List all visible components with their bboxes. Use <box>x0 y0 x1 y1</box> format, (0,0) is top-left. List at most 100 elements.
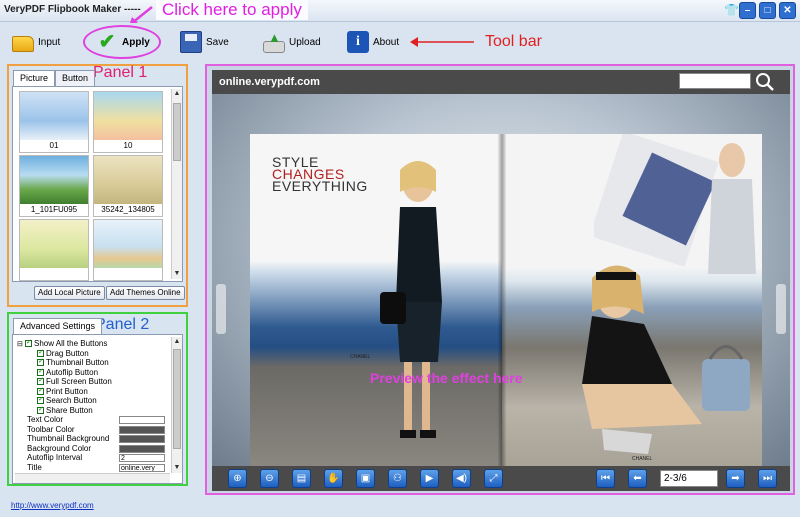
tree-row-button[interactable]: Share Button <box>17 405 167 416</box>
add-themes-online-button[interactable]: Add Themes Online <box>106 286 185 300</box>
previous-page-icon[interactable]: ⬅ <box>628 469 647 488</box>
tab-button[interactable]: Button <box>55 70 96 86</box>
property-label: Text Color <box>27 415 64 424</box>
theme-thumbnail[interactable]: 01 <box>19 91 89 153</box>
panel-1-tabs: Picture Button <box>13 70 96 86</box>
scroll-up-icon[interactable]: ▲ <box>172 89 182 99</box>
toolbar-color-field[interactable] <box>119 425 165 434</box>
tab-picture[interactable]: Picture <box>13 70 56 86</box>
drag-hand-icon[interactable]: ✋ <box>324 469 343 488</box>
sound-icon[interactable]: ◀) <box>452 469 471 488</box>
tree-label: Search Button <box>46 396 97 405</box>
input-button[interactable]: Input <box>12 29 60 55</box>
share-icon[interactable]: ⚇ <box>388 469 407 488</box>
panel-1: Panel 1 Picture Button 01 10 1_101FU095 … <box>7 64 188 307</box>
property-row: Background Color <box>17 444 167 454</box>
scroll-thumb[interactable] <box>173 103 181 161</box>
scroll-up-icon[interactable]: ▲ <box>172 337 182 347</box>
next-page-arrow[interactable] <box>776 284 786 334</box>
print-icon[interactable]: ▤ <box>292 469 311 488</box>
property-row: Toolbar Color <box>17 425 167 435</box>
window-title: VeryPDF Flipbook Maker ----- <box>4 4 141 15</box>
theme-thumbnail[interactable]: 35242_134805 <box>93 155 163 217</box>
last-page-icon[interactable]: ⏭ <box>758 469 777 488</box>
flipbook-viewer: online.verypdf.com STYLE CHANGES EVERYTH… <box>212 70 790 491</box>
skin-icon[interactable]: 👕 <box>724 3 739 17</box>
apply-highlight-ring <box>83 25 161 59</box>
about-button[interactable]: i About <box>347 29 399 55</box>
viewer-search-input[interactable] <box>679 73 751 89</box>
checkbox-icon[interactable] <box>37 395 44 405</box>
checkbox-icon[interactable] <box>37 386 44 395</box>
title-field[interactable]: online.very <box>119 463 165 472</box>
preview-hint-label: Preview the effect here <box>370 370 523 386</box>
close-button[interactable]: ✕ <box>779 2 796 19</box>
search-icon[interactable] <box>755 72 775 92</box>
maximize-button[interactable]: □ <box>759 2 776 19</box>
panel-1-label: Panel 1 <box>93 64 148 81</box>
settings-hscrollbar[interactable] <box>15 473 170 483</box>
checkbox-icon[interactable] <box>37 405 44 414</box>
next-page-icon[interactable]: ➡ <box>726 469 745 488</box>
save-button[interactable]: Save <box>180 29 229 55</box>
minimize-button[interactable]: – <box>739 2 756 19</box>
model-image <box>380 161 442 438</box>
about-label: About <box>373 36 400 48</box>
background-color-field[interactable] <box>119 444 165 453</box>
theme-thumbnail[interactable] <box>93 219 163 281</box>
tree-label: Full Screen Button <box>46 377 112 386</box>
headline-line: EVERYTHING <box>272 178 368 194</box>
thumbnail-icon[interactable]: ▣ <box>356 469 375 488</box>
thumbnail-image <box>94 156 162 204</box>
checkbox-icon[interactable] <box>37 367 44 376</box>
book-spine <box>498 134 506 467</box>
page-number-input[interactable]: 2-3/6 <box>660 470 718 487</box>
website-link[interactable]: http://www.verypdf.com <box>11 501 94 510</box>
settings-scrollbar[interactable]: ▲ ▼ <box>171 337 182 473</box>
theme-thumbnail[interactable]: 10 <box>93 91 163 153</box>
zoom-in-icon[interactable]: ⊕ <box>228 469 247 488</box>
tab-advanced-settings[interactable]: Advanced Settings <box>13 318 103 334</box>
thumbnail-caption <box>20 268 88 280</box>
property-row: Text Color <box>17 415 167 425</box>
theme-thumbnail[interactable]: 1_101FU095 <box>19 155 89 217</box>
text-color-field[interactable] <box>119 416 165 424</box>
tree-label: Show All the Buttons <box>34 339 108 348</box>
zoom-out-icon[interactable]: ⊖ <box>260 469 279 488</box>
left-page[interactable]: STYLE CHANGES EVERYTHING CHANEL <box>250 134 502 467</box>
fullscreen-icon[interactable]: ⤢ <box>484 469 503 488</box>
checkbox-icon[interactable] <box>37 348 44 357</box>
play-icon[interactable]: ▶ <box>420 469 439 488</box>
viewer-top-bar: online.verypdf.com <box>212 70 790 94</box>
first-page-icon[interactable]: ⏮ <box>596 469 615 488</box>
prev-page-arrow[interactable] <box>216 284 226 334</box>
scroll-thumb[interactable] <box>173 349 181 449</box>
panel-2-label: Panel 2 <box>95 316 150 333</box>
checkbox-icon[interactable] <box>37 376 44 386</box>
window-controls: – □ ✕ <box>739 2 796 19</box>
flipbook-spread[interactable]: STYLE CHANGES EVERYTHING CHANEL CHANEL P… <box>250 134 762 467</box>
title-bar: VeryPDF Flipbook Maker ----- 👕 – □ ✕ <box>0 0 800 22</box>
thumbnail-caption: 35242_134805 <box>101 205 155 214</box>
autoflip-interval-field[interactable]: 2 <box>119 454 165 462</box>
info-icon: i <box>347 31 369 53</box>
upload-label: Upload <box>289 36 321 48</box>
thumbnail-image <box>20 220 88 268</box>
add-local-picture-button[interactable]: Add Local Picture <box>34 286 105 300</box>
viewer-title: online.verypdf.com <box>219 76 320 88</box>
property-row: Title online.very <box>17 463 167 473</box>
checkbox-icon[interactable] <box>25 338 32 348</box>
upload-button[interactable]: Upload <box>263 29 321 55</box>
scroll-down-icon[interactable]: ▼ <box>172 463 182 473</box>
tree-label: Drag Button <box>46 348 89 358</box>
theme-thumbnail[interactable] <box>19 219 89 281</box>
tree-label: Share Button <box>46 405 93 415</box>
thumbnail-background-field[interactable] <box>119 435 165 443</box>
right-page[interactable]: CHANEL <box>502 134 762 467</box>
thumbnail-scrollbar[interactable]: ▲ ▼ <box>171 89 182 279</box>
settings-tree: ⊟Show All the Buttons Drag Button Thumbn… <box>17 338 167 473</box>
toolbar-hint-label: Tool bar <box>485 33 542 50</box>
scroll-down-icon[interactable]: ▼ <box>172 269 182 279</box>
toolbar-hint-arrow <box>410 37 474 47</box>
checkbox-icon[interactable] <box>37 357 44 367</box>
